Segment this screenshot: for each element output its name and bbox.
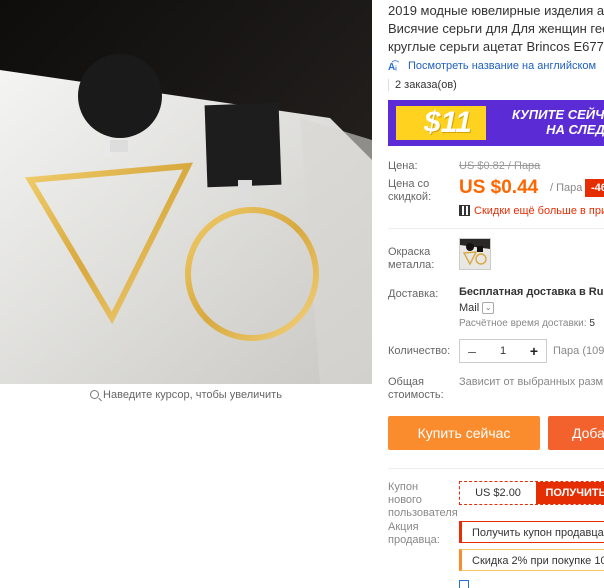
earrings-photo <box>0 0 372 384</box>
coupon-amount: US $2.00 <box>475 487 521 499</box>
quantity-decrease-button[interactable]: – <box>460 343 484 359</box>
delivery-estimate: Расчётное время доставки: 5 <box>459 318 595 329</box>
app-promo-link[interactable]: Скидки ещё больше в при <box>459 205 604 217</box>
promo-banner[interactable]: $11 КУПИТЕ СЕЙЧА НА СЛЕДУ <box>388 100 604 146</box>
divider <box>388 228 604 229</box>
shipping-method: Бесплатная доставка в Russ <box>459 286 604 298</box>
seller-coupon-button[interactable]: Получить купон продавца <box>459 521 604 543</box>
delivery-estimate-value: 5 <box>589 318 595 329</box>
zoom-hint: Наведите курсор, чтобы увеличить <box>0 389 372 401</box>
seller-discount-badge: Скидка 2% при покупке 10 <box>459 549 604 571</box>
price-label: Цена: <box>388 160 418 172</box>
chevron-down-icon: ⌄ <box>482 302 495 314</box>
product-info-panel: 2019 модные ювелирные изделия а Висячие … <box>388 0 604 588</box>
translate-icon: A͡ᵢ <box>388 62 397 73</box>
option-checkbox[interactable] <box>459 580 469 588</box>
shipping-method-select[interactable]: Mail ⌄ <box>459 302 495 314</box>
magnifier-icon <box>90 390 100 399</box>
color-label: Окраска металла: <box>388 246 435 271</box>
old-price: US $0.82 / Пара <box>459 160 541 172</box>
get-coupon-button[interactable]: ПОЛУЧИТЬ <box>536 482 604 504</box>
discount-price-label: Цена со скидкой: <box>388 178 432 203</box>
new-user-coupon: US $2.00 ПОЛУЧИТЬ <box>459 481 604 505</box>
product-title: 2019 модные ювелирные изделия а Висячие … <box>388 2 604 56</box>
buy-now-button[interactable]: Купить сейчас <box>388 416 540 450</box>
quantity-available: Пара (109 <box>553 345 604 357</box>
banner-text-line-2: НА СЛЕДУ <box>546 122 604 137</box>
price-unit: / Пара <box>550 182 583 194</box>
title-line-1: 2019 модные ювелирные изделия а <box>388 3 604 18</box>
app-promo-text: Скидки ещё больше в при <box>474 205 604 217</box>
translate-link-text: Посмотреть название на английском <box>408 60 597 72</box>
banner-text: КУПИТЕ СЕЙЧА НА СЛЕДУ <box>512 107 604 137</box>
quantity-increase-button[interactable]: + <box>522 343 546 359</box>
zoom-hint-text: Наведите курсор, чтобы увеличить <box>103 389 282 401</box>
shipping-carrier: Mail <box>459 302 480 314</box>
shipping-label: Доставка: <box>388 288 439 300</box>
title-line-3: круглые серьги ацетат Brincos E677 <box>388 39 604 54</box>
color-option-image <box>460 239 490 269</box>
quantity-label: Количество: <box>388 345 451 357</box>
translate-title-link[interactable]: A͡ᵢ Посмотреть название на английском <box>388 60 596 76</box>
seller-promo-label: Акция продавца: <box>388 521 440 546</box>
banner-amount: $11 <box>396 106 486 140</box>
quantity-stepper: – 1 + <box>459 339 547 363</box>
delivery-estimate-label: Расчётное время доставки: <box>459 318 587 329</box>
qr-code-icon <box>459 205 470 216</box>
title-line-2: Висячие серьги для Для женщин гес <box>388 21 604 36</box>
total-cost-label: Общая стоимость: <box>388 376 444 401</box>
total-cost-value: Зависит от выбранных разм <box>459 376 604 388</box>
new-user-coupon-label: Купон нового пользователя <box>388 481 458 519</box>
discount-badge: -46% <box>585 179 604 197</box>
add-to-cart-button[interactable]: Доба <box>548 416 604 450</box>
product-image[interactable] <box>0 0 372 384</box>
divider <box>388 468 604 469</box>
quantity-input[interactable]: 1 <box>484 345 522 357</box>
orders-count: 2 заказа(ов) <box>388 79 457 91</box>
banner-text-line-1: КУПИТЕ СЕЙЧА <box>512 107 604 122</box>
color-option-thumbnail[interactable] <box>459 238 491 270</box>
current-price: US $0.44 <box>459 177 539 198</box>
